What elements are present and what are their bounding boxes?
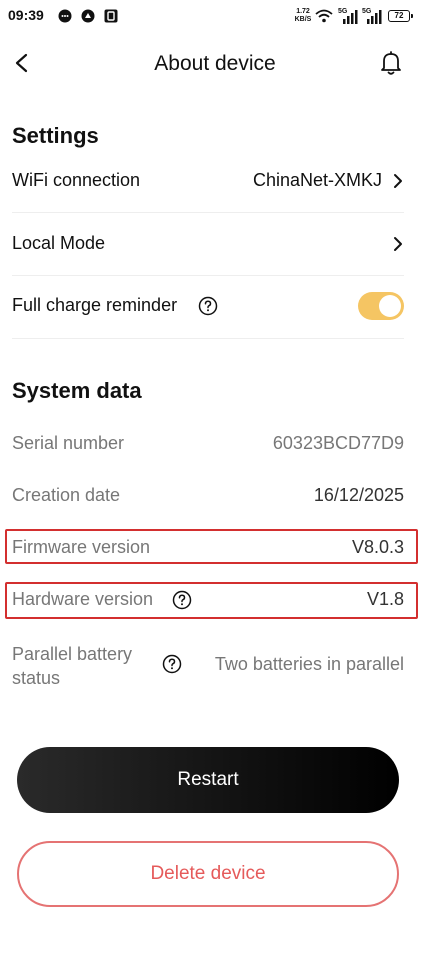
network-speed-value: 1.72: [296, 8, 310, 15]
help-icon[interactable]: [172, 590, 192, 610]
serial-number-row: Serial number 60323BCD77D9: [12, 433, 404, 457]
cell-signal-1: 5G: [338, 8, 358, 24]
creation-date-value: 16/12/2025: [313, 485, 404, 505]
status-bar: 09:39 1.72 KB/S 5G 5G 72: [0, 0, 430, 34]
parallel-battery-label-line1: Parallel battery: [12, 644, 133, 664]
full-charge-reminder-toggle[interactable]: [358, 292, 404, 320]
system-data-section-title: System data: [12, 378, 142, 403]
toggle-knob: [379, 295, 401, 317]
signal-bars-icon: [367, 10, 382, 24]
parallel-battery-row: Parallel battery status Two batteries in…: [12, 642, 404, 690]
creation-date-row: Creation date 16/12/2025: [12, 485, 404, 509]
divider: [12, 212, 404, 213]
app-notification-icon: [81, 9, 95, 23]
firmware-version-label: Firmware version: [12, 537, 151, 557]
hardware-version-label: Hardware version: [12, 589, 154, 609]
help-icon[interactable]: [198, 296, 218, 316]
wifi-connection-row[interactable]: WiFi connection ChinaNet-XMKJ: [12, 170, 404, 194]
settings-section-title: Settings: [12, 123, 99, 148]
full-charge-reminder-row: Full charge reminder: [12, 295, 404, 319]
parallel-battery-label: Parallel battery status: [12, 642, 132, 690]
help-icon[interactable]: [162, 654, 182, 674]
cell-signal-2: 5G: [362, 8, 382, 24]
full-charge-reminder-label: Full charge reminder: [12, 295, 178, 315]
divider: [12, 338, 404, 339]
parallel-battery-label-line2: status: [12, 668, 61, 688]
divider: [12, 275, 404, 276]
parallel-battery-value: Two batteries in parallel: [214, 654, 404, 674]
hardware-version-value: V1.8: [366, 589, 404, 609]
hardware-version-row: Hardware version V1.8: [12, 589, 404, 613]
wifi-icon: [315, 9, 333, 23]
network-speed: 1.72 KB/S: [293, 8, 313, 24]
box-notification-icon: [104, 9, 118, 23]
firmware-version-value: V8.0.3: [351, 537, 404, 557]
serial-number-value: 60323BCD77D9: [272, 433, 404, 453]
restart-button[interactable]: Restart: [17, 747, 399, 813]
creation-date-label: Creation date: [12, 485, 121, 505]
local-mode-row[interactable]: Local Mode: [12, 233, 404, 257]
bell-icon[interactable]: [376, 48, 406, 78]
chat-notification-icon: [58, 9, 72, 23]
network-speed-unit: KB/S: [294, 16, 312, 23]
wifi-connection-label: WiFi connection: [12, 170, 141, 190]
chevron-right-icon: [394, 237, 402, 251]
chevron-right-icon: [394, 174, 402, 188]
page-title: About device: [154, 52, 276, 75]
wifi-connection-value: ChinaNet-XMKJ: [252, 170, 382, 190]
status-time: 09:39: [8, 7, 44, 23]
signal-bars-icon: [343, 10, 358, 24]
local-mode-label: Local Mode: [12, 233, 106, 253]
battery-indicator: 72: [388, 10, 413, 22]
serial-number-label: Serial number: [12, 433, 125, 453]
firmware-version-row: Firmware version V8.0.3: [12, 537, 404, 561]
delete-device-button[interactable]: Delete device: [17, 841, 399, 907]
